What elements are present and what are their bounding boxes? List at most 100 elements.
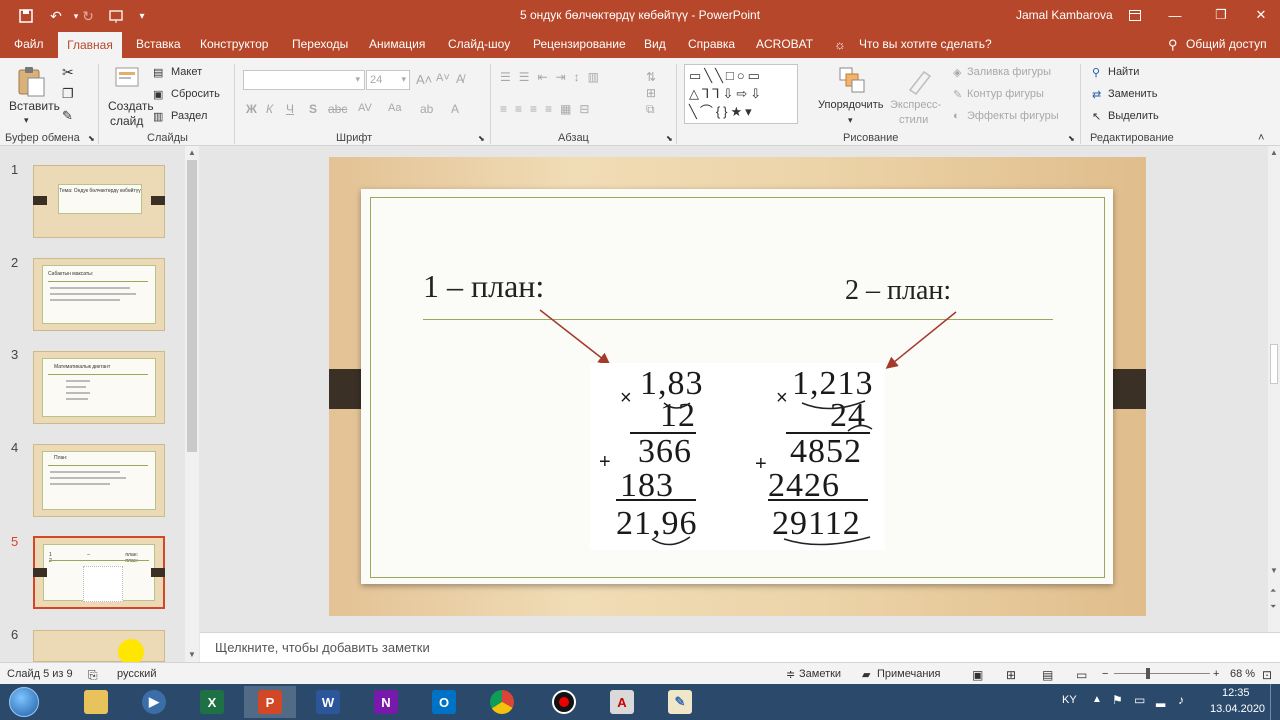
- quick-styles-button-line2[interactable]: стили: [899, 114, 928, 126]
- display-icon[interactable]: ▭: [1134, 693, 1145, 707]
- start-button[interactable]: [4, 686, 44, 718]
- zoom-level[interactable]: 68 %: [1230, 668, 1255, 680]
- plan-2-title[interactable]: 2 – план:: [845, 275, 951, 307]
- minimize-icon[interactable]: —: [1160, 4, 1190, 26]
- taskbar-media[interactable]: ▶: [128, 686, 180, 718]
- select-button[interactable]: Выделить: [1108, 110, 1159, 122]
- slide-thumbnail-4[interactable]: План:: [33, 444, 165, 517]
- tab-transitions[interactable]: Переходы: [292, 37, 348, 51]
- tab-file[interactable]: Файл: [14, 37, 44, 51]
- list-buttons[interactable]: ☰☰⇤⇥↕▥: [500, 70, 607, 84]
- tab-home[interactable]: Главная: [58, 32, 122, 58]
- language-indicator[interactable]: русский: [117, 668, 156, 680]
- shapes-gallery[interactable]: ▭╲╲□○▭ △⅂⅂⇩⇨⇩ ╲⌒{}★▾: [684, 64, 798, 124]
- layout-button[interactable]: Макет: [171, 66, 202, 78]
- format-painter-icon[interactable]: ✎: [62, 108, 73, 124]
- align-buttons[interactable]: ≡≡≡≡▦⊟: [500, 102, 597, 116]
- new-slide-icon[interactable]: [114, 66, 140, 94]
- prev-slide-icon[interactable]: ⏶: [1270, 586, 1276, 596]
- action-center-icon[interactable]: ⚑: [1112, 693, 1123, 707]
- new-slide-button[interactable]: Создать: [108, 99, 154, 113]
- notes-button[interactable]: Заметки: [799, 668, 841, 680]
- clipboard-launcher-icon[interactable]: ⬊: [88, 134, 95, 143]
- shrink-font-icon[interactable]: A˅: [436, 72, 450, 84]
- arrange-icon[interactable]: [838, 66, 866, 94]
- underline-button[interactable]: Ч: [286, 102, 294, 116]
- slide-thumbnail-1[interactable]: Тема: Ондук бөлчөктөрдү көбөйтүү: [33, 165, 165, 238]
- drawing-launcher-icon[interactable]: ⬊: [1068, 134, 1075, 143]
- clock-date[interactable]: 13.04.2020: [1210, 703, 1265, 715]
- fit-slide-icon[interactable]: ⊡: [1262, 668, 1272, 682]
- zoom-out-icon[interactable]: −: [1102, 668, 1108, 680]
- taskbar-powerpoint[interactable]: P: [244, 686, 296, 718]
- tab-help[interactable]: Справка: [688, 37, 735, 51]
- normal-view-icon[interactable]: ▣: [972, 668, 983, 682]
- slide-sorter-icon[interactable]: ⊞: [1006, 668, 1016, 682]
- smartart-icon[interactable]: ⧉: [646, 102, 655, 117]
- copy-icon[interactable]: ❐: [62, 86, 74, 102]
- reading-view-icon[interactable]: ▤: [1042, 668, 1053, 682]
- quick-styles-icon[interactable]: [904, 66, 934, 96]
- taskbar-explorer[interactable]: [70, 686, 122, 718]
- taskbar-recorder[interactable]: [538, 686, 590, 718]
- tray-expand-icon[interactable]: ▲: [1092, 694, 1102, 705]
- tab-animations[interactable]: Анимация: [369, 37, 425, 51]
- thumbnail-scrollbar[interactable]: ▲ ▼: [185, 146, 199, 662]
- collapse-ribbon-icon[interactable]: ˄: [1258, 132, 1264, 144]
- clear-format-icon[interactable]: A̸: [456, 72, 464, 86]
- tab-insert[interactable]: Вставка: [136, 37, 181, 51]
- taskbar-word[interactable]: W: [302, 686, 354, 718]
- shape-effects-button[interactable]: Эффекты фигуры: [967, 110, 1059, 122]
- taskbar-onenote[interactable]: N: [360, 686, 412, 718]
- reset-button[interactable]: Сбросить: [171, 88, 220, 100]
- slide-thumbnail-2[interactable]: Сабактын максаты:: [33, 258, 165, 331]
- taskbar-excel[interactable]: X: [186, 686, 238, 718]
- spellcheck-icon[interactable]: ⎘: [88, 668, 98, 683]
- tab-slideshow[interactable]: Слайд-шоу: [448, 37, 510, 51]
- align-text-icon[interactable]: ⊞: [646, 86, 656, 100]
- clock-time[interactable]: 12:35: [1222, 687, 1250, 699]
- slide-scrollbar[interactable]: ▲ ▼ ⏶ ⏷: [1268, 146, 1280, 632]
- paste-icon[interactable]: [16, 66, 46, 97]
- multiplication-image[interactable]: × 1,83 12 366 + 183 21,96 × 1,213 24 485…: [590, 363, 885, 550]
- font-name-combo[interactable]: ▾: [243, 70, 365, 90]
- scroll-thumb[interactable]: [187, 160, 197, 452]
- tab-review[interactable]: Рецензирование: [533, 37, 626, 51]
- ribbon-display-options-icon[interactable]: [1120, 4, 1150, 26]
- taskbar-outlook[interactable]: O: [418, 686, 470, 718]
- tab-acrobat[interactable]: ACROBAT: [756, 37, 813, 51]
- grow-font-icon[interactable]: A˄: [416, 72, 432, 87]
- section-button[interactable]: Раздел: [171, 110, 207, 122]
- next-slide-icon[interactable]: ⏷: [1270, 602, 1276, 612]
- keyboard-language[interactable]: KY: [1062, 694, 1077, 706]
- taskbar-chrome[interactable]: [476, 686, 528, 718]
- new-slide-button-line2[interactable]: слайд: [110, 114, 143, 128]
- user-name[interactable]: Jamal Kambarova: [1016, 8, 1113, 22]
- slide-thumbnail-6[interactable]: [33, 630, 165, 665]
- volume-icon[interactable]: ♪: [1178, 693, 1184, 707]
- font-color-icon[interactable]: A: [451, 102, 459, 116]
- slide-thumbnail-3[interactable]: Математикалык диктант: [33, 351, 165, 424]
- network-icon[interactable]: ▂: [1156, 693, 1165, 707]
- tell-me-search[interactable]: Что вы хотите сделать?: [859, 37, 992, 51]
- paste-dropdown-icon[interactable]: ▾: [24, 115, 29, 126]
- paragraph-launcher-icon[interactable]: ⬊: [666, 134, 673, 143]
- scroll-up-icon[interactable]: ▲: [1270, 148, 1278, 157]
- quick-styles-button[interactable]: Экспресс-: [890, 99, 941, 111]
- text-direction-icon[interactable]: ⇅: [646, 70, 656, 84]
- find-button[interactable]: Найти: [1108, 66, 1139, 78]
- arrange-dropdown-icon[interactable]: ▾: [848, 115, 853, 126]
- taskbar-acrobat[interactable]: A: [596, 686, 648, 718]
- paste-button[interactable]: Вставить: [9, 99, 60, 113]
- zoom-slider[interactable]: [1114, 673, 1210, 674]
- slide-thumbnail-5-selected[interactable]: 1 – план: 2 – план:: [33, 536, 165, 609]
- shape-fill-button[interactable]: Заливка фигуры: [967, 66, 1051, 78]
- italic-button[interactable]: К: [266, 102, 273, 116]
- zoom-in-icon[interactable]: +: [1213, 668, 1219, 680]
- char-spacing-icon[interactable]: AV: [358, 102, 372, 114]
- share-button[interactable]: Общий доступ: [1186, 37, 1267, 51]
- plan-1-title[interactable]: 1 – план:: [423, 268, 544, 305]
- scroll-down-icon[interactable]: ▼: [1270, 566, 1278, 575]
- arrange-button[interactable]: Упорядочить: [818, 99, 883, 111]
- scroll-thumb[interactable]: [1270, 344, 1278, 384]
